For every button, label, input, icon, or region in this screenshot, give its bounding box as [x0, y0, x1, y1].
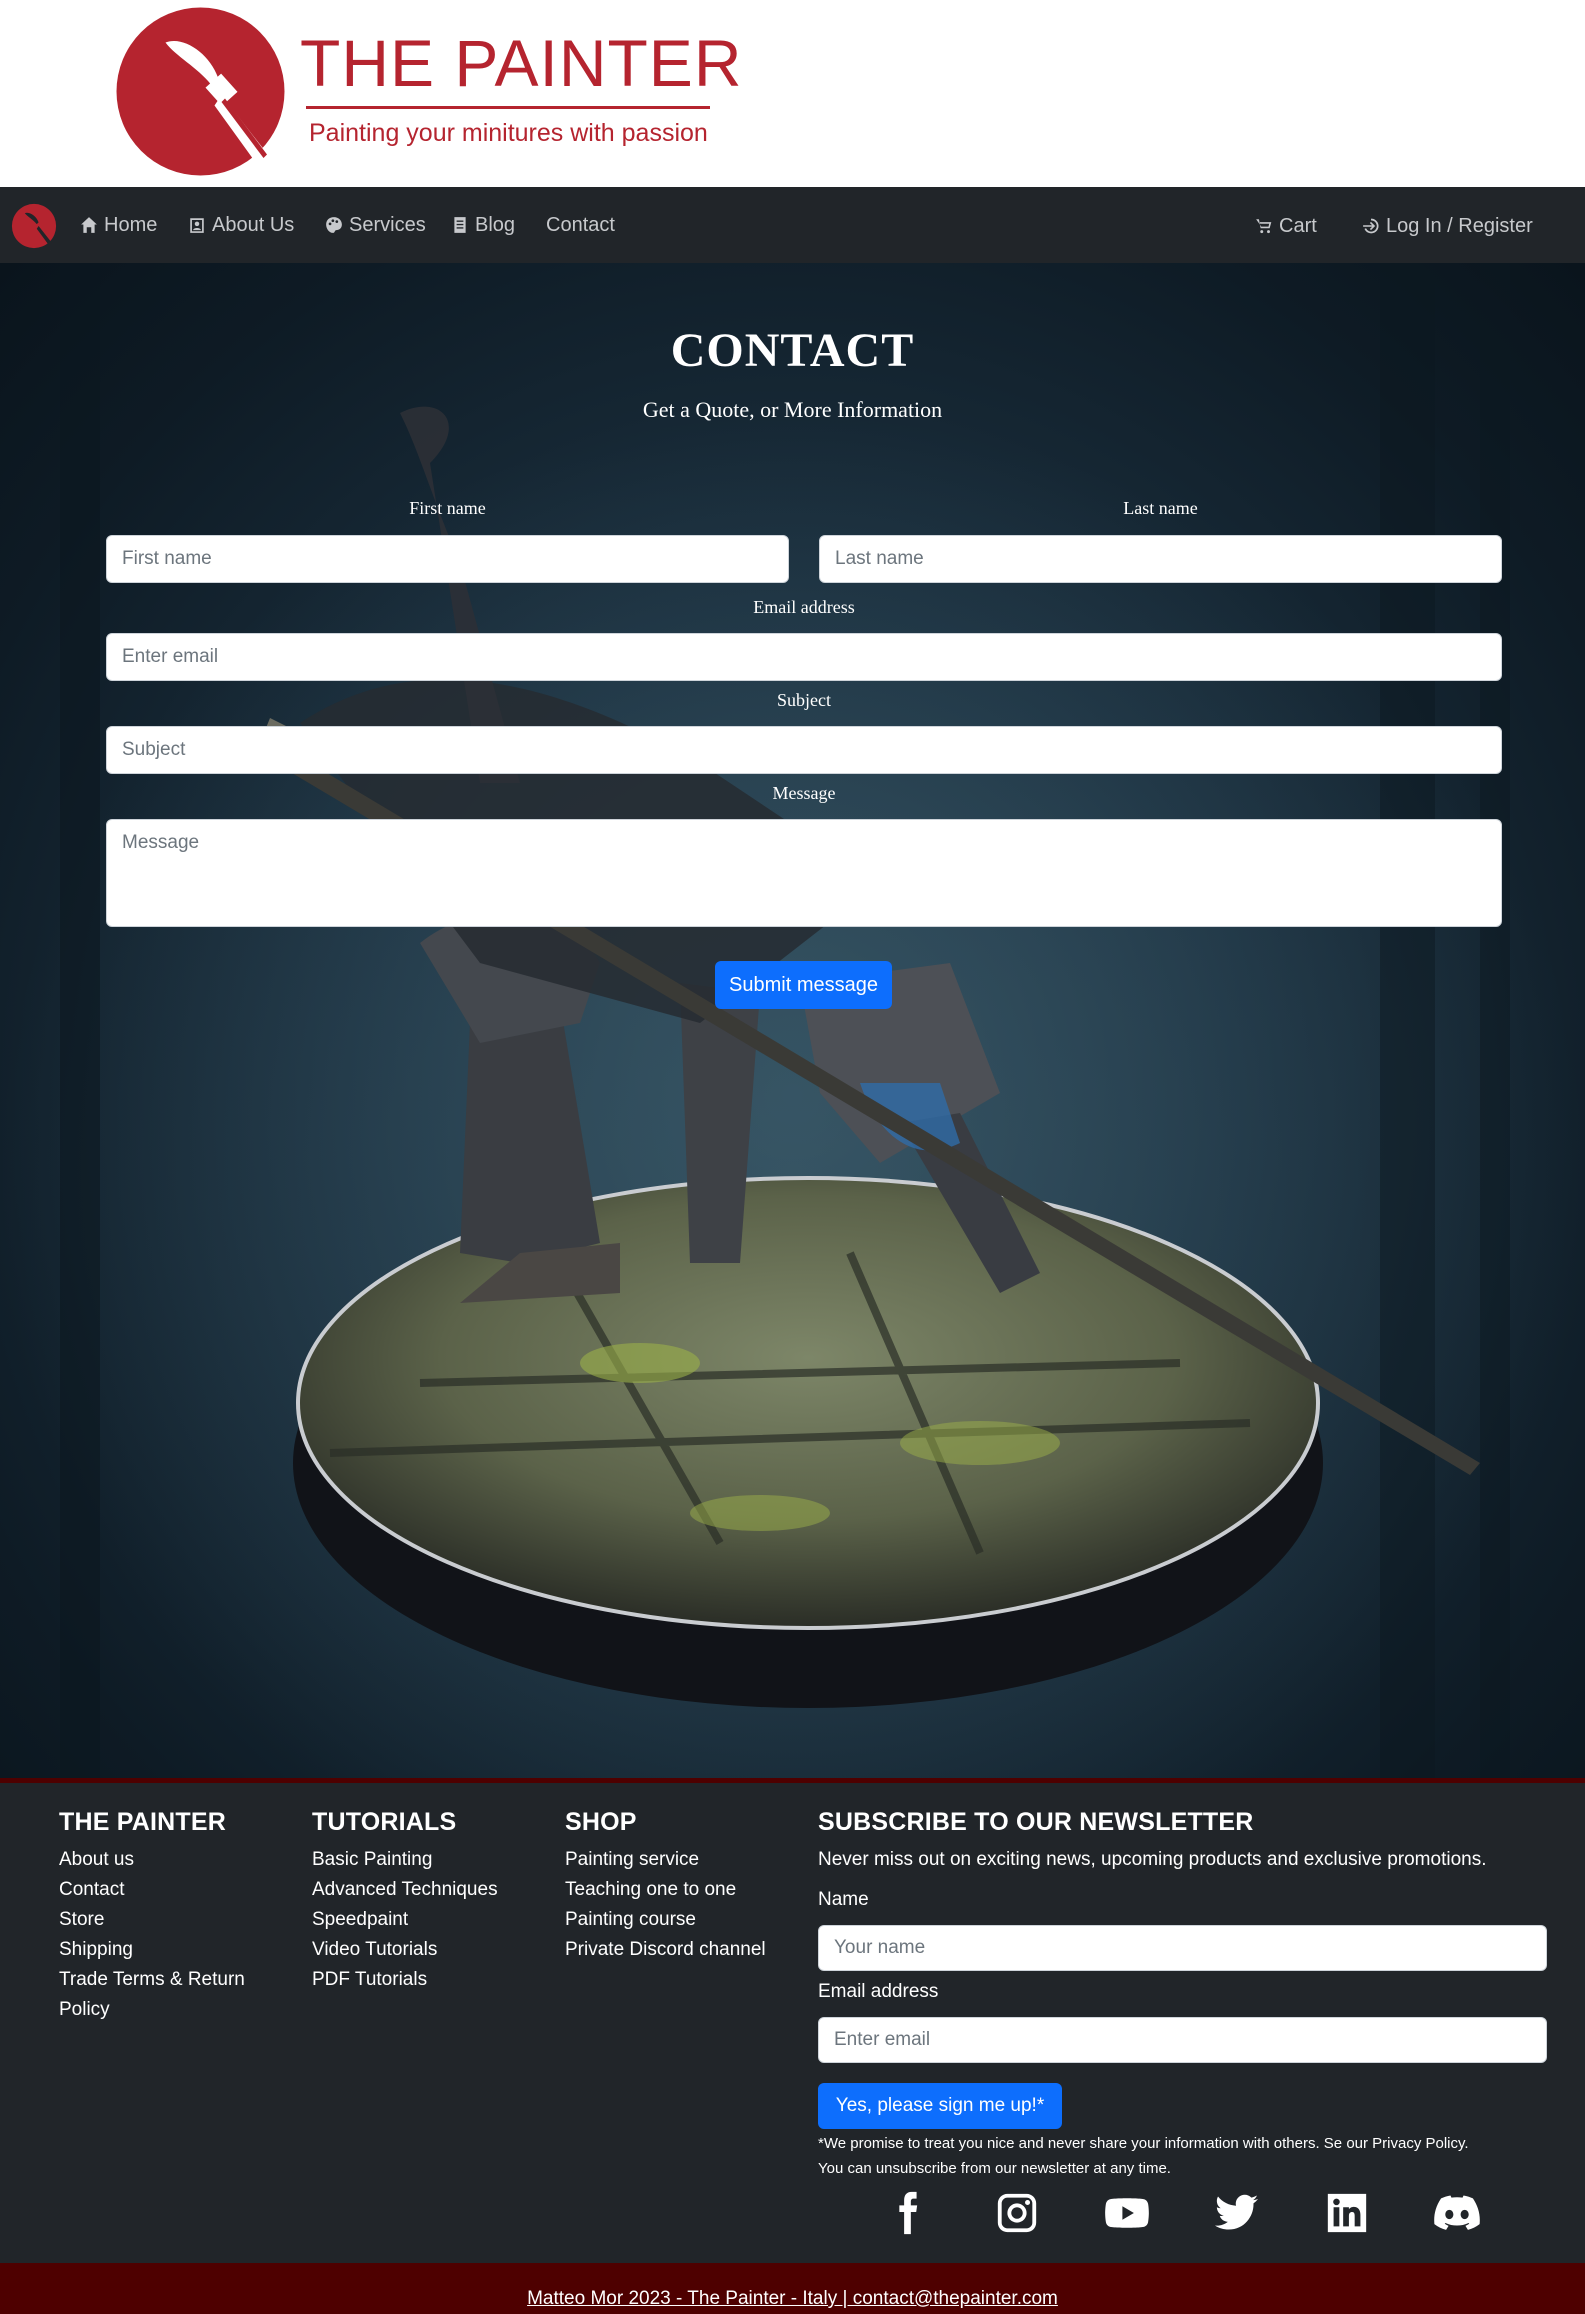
- brand-divider: [306, 106, 710, 109]
- footer-link-shipping[interactable]: Shipping: [59, 1935, 133, 1965]
- instagram-icon[interactable]: [994, 2190, 1040, 2236]
- last-name-label: Last name: [1123, 498, 1198, 518]
- footer-link-contact[interactable]: Contact: [59, 1875, 124, 1905]
- subject-input[interactable]: Subject: [106, 726, 1502, 774]
- nav-logo-icon[interactable]: [11, 203, 57, 249]
- cart-icon: [1256, 219, 1272, 234]
- nav-blog[interactable]: Blog: [451, 210, 515, 240]
- discord-icon[interactable]: [1434, 2190, 1480, 2236]
- brand-header: THE PAINTER Painting your minitures with…: [0, 0, 1585, 187]
- nav-contact-label: Contact: [546, 213, 615, 236]
- newsletter-title: SUBSCRIBE TO OUR NEWSLETTER: [818, 1808, 1254, 1836]
- footer-col-shop-title: SHOP: [565, 1808, 637, 1836]
- nav-blog-label: Blog: [475, 213, 516, 236]
- email-input[interactable]: Enter email: [106, 633, 1502, 681]
- footer-link-pdf-tutorials[interactable]: PDF Tutorials: [312, 1965, 427, 1995]
- linkedin-icon[interactable]: [1324, 2190, 1370, 2236]
- nav-login-register[interactable]: Log In / Register: [1362, 211, 1533, 241]
- document-icon: [454, 217, 466, 233]
- palette-icon: [326, 217, 342, 233]
- nav-home[interactable]: Home: [80, 210, 157, 240]
- newsletter-privacy-note: *We promise to treat you nice and never …: [818, 2135, 1469, 2152]
- copyright-link[interactable]: Matteo Mor 2023 - The Painter - Italy | …: [0, 2263, 1585, 2314]
- contact-section: CONTACT Get a Quote, or More Information…: [0, 263, 1585, 1778]
- main-navbar: Home About Us Services Blog Contact Cart…: [0, 187, 1585, 263]
- newsletter-unsubscribe-note: You can unsubscribe from our newsletter …: [818, 2160, 1171, 2177]
- nav-about-us[interactable]: About Us: [188, 210, 294, 240]
- twitter-icon[interactable]: [1214, 2190, 1260, 2236]
- newsletter-email-input[interactable]: Enter email: [818, 2017, 1547, 2063]
- newsletter-signup-button[interactable]: Yes, please sign me up!*: [818, 2083, 1062, 2129]
- first-name-input[interactable]: First name: [106, 535, 789, 583]
- login-icon: [1363, 218, 1379, 234]
- submit-message-button[interactable]: Submit message: [715, 961, 892, 1009]
- nav-login-label: Log In / Register: [1386, 214, 1533, 237]
- home-icon: [81, 217, 97, 233]
- newsletter-description: Never miss out on exciting news, upcomin…: [818, 1849, 1487, 1870]
- youtube-icon[interactable]: [1104, 2190, 1150, 2236]
- footer-link-painting-service[interactable]: Painting service: [565, 1845, 699, 1875]
- newsletter-name-input[interactable]: Your name: [818, 1925, 1547, 1971]
- miniature-background-image: [0, 263, 1585, 1778]
- nav-home-label: Home: [104, 213, 158, 236]
- nav-about-label: About Us: [212, 213, 295, 236]
- person-badge-icon: [190, 218, 204, 233]
- subject-label: Subject: [777, 690, 831, 710]
- newsletter-name-label: Name: [818, 1889, 869, 1910]
- email-label: Email address: [753, 597, 855, 617]
- footer-link-about-us[interactable]: About us: [59, 1845, 134, 1875]
- message-label: Message: [772, 783, 836, 803]
- contact-title: CONTACT: [670, 324, 915, 377]
- contact-subtitle: Get a Quote, or More Information: [642, 397, 943, 422]
- nav-cart-label: Cart: [1279, 214, 1317, 237]
- nav-contact[interactable]: Contact: [546, 210, 615, 240]
- footer-link-advanced-techniques[interactable]: Advanced Techniques: [312, 1875, 498, 1905]
- footer-link-discord-channel[interactable]: Private Discord channel: [565, 1935, 766, 1965]
- newsletter-email-label: Email address: [818, 1981, 939, 2002]
- paintbrush-logo: [116, 7, 285, 176]
- footer-link-trade-terms[interactable]: Trade Terms & Return: [59, 1965, 245, 1995]
- footer-col-tutorials-title: TUTORIALS: [312, 1808, 457, 1836]
- footer-link-speedpaint[interactable]: Speedpaint: [312, 1905, 408, 1935]
- nav-cart[interactable]: Cart: [1255, 211, 1317, 241]
- first-name-label: First name: [409, 498, 486, 518]
- nav-services[interactable]: Services: [325, 210, 426, 240]
- last-name-input[interactable]: Last name: [819, 535, 1502, 583]
- facebook-icon[interactable]: [884, 2190, 930, 2236]
- brand-tagline: Painting your minitures with passion: [309, 119, 708, 147]
- footer-link-teaching[interactable]: Teaching one to one: [565, 1875, 736, 1905]
- footer-link-video-tutorials[interactable]: Video Tutorials: [312, 1935, 437, 1965]
- footer-link-policy[interactable]: Policy: [59, 1995, 110, 2025]
- nav-services-label: Services: [349, 213, 426, 236]
- brand-title: THE PAINTER: [300, 26, 743, 100]
- message-textarea[interactable]: Message: [106, 819, 1502, 927]
- footer-link-store[interactable]: Store: [59, 1905, 104, 1935]
- footer-link-painting-course[interactable]: Painting course: [565, 1905, 696, 1935]
- footer-col-painter-title: THE PAINTER: [59, 1808, 227, 1836]
- footer-link-basic-painting[interactable]: Basic Painting: [312, 1845, 432, 1875]
